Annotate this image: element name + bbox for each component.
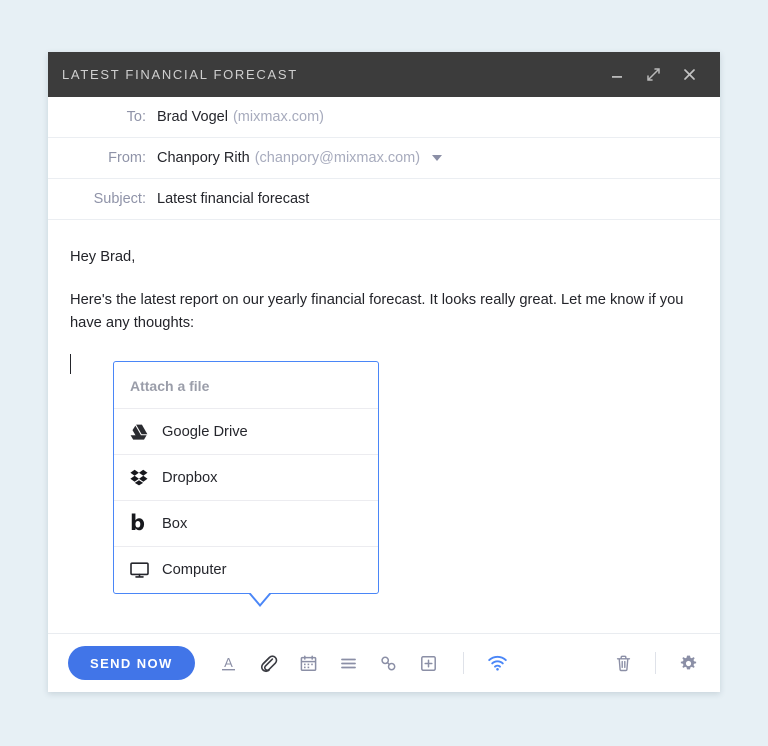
from-field-row[interactable]: From: Chanpory Rith (chanpory@mixmax.com… [48,138,720,179]
to-label: To: [126,109,146,125]
dropbox-icon [130,469,152,486]
body-greeting: Hey Brad, [70,249,136,265]
subject-label: Subject: [93,191,146,207]
expand-button[interactable] [644,66,662,84]
attach-option-google-drive[interactable]: Google Drive [114,409,378,455]
sequence-button[interactable] [337,651,361,675]
box-glyph: b [130,511,146,535]
attach-file-button[interactable] [257,651,281,675]
settings-button[interactable] [676,651,700,675]
box-icon: b [130,513,152,534]
from-value[interactable]: Chanpory Rith (chanpory@mixmax.com) [157,150,443,166]
window-controls [608,66,706,84]
attach-option-computer[interactable]: Computer [114,547,378,593]
attach-popup-title: Attach a file [114,362,378,409]
text-cursor [70,354,71,375]
compose-window: LATEST FINANCIAL FORECAST To: Brad Vogel… [48,52,720,692]
attach-option-box[interactable]: b Box [114,501,378,547]
from-sender-name: Chanpory Rith [157,150,250,166]
google-drive-icon [130,424,152,440]
toolbar-tools: A [217,651,510,675]
attach-option-label: Google Drive [162,423,248,440]
calendar-button[interactable] [297,651,321,675]
to-field-row[interactable]: To: Brad Vogel (mixmax.com) [48,97,720,138]
attach-file-popup: Attach a file Google Drive Dropbox b Box… [113,361,379,607]
tracking-button[interactable] [486,651,510,675]
to-recipient-domain: (mixmax.com) [232,109,324,125]
subject-value[interactable]: Latest financial forecast [157,191,309,207]
toolbar-divider-right [655,652,656,674]
link-button[interactable] [377,651,401,675]
close-button[interactable] [680,66,698,84]
window-title: LATEST FINANCIAL FORECAST [62,67,298,82]
from-label: From: [108,150,146,166]
compose-toolbar: SEND NOW A [48,633,720,692]
attach-option-label: Box [162,515,188,532]
subject-field-row[interactable]: Subject: Latest financial forecast [48,179,720,220]
to-value[interactable]: Brad Vogel (mixmax.com) [157,109,324,125]
from-sender-address: (chanpory@mixmax.com) [254,150,421,166]
svg-text:A: A [224,655,233,670]
toolbar-right-tools [611,651,700,675]
body-paragraph: Here's the latest report on our yearly f… [70,291,684,331]
attach-option-label: Dropbox [162,469,218,486]
format-text-button[interactable]: A [217,651,241,675]
toolbar-divider [462,652,464,674]
computer-icon [130,562,152,578]
chevron-down-icon[interactable] [432,155,443,161]
send-now-button[interactable]: SEND NOW [68,646,195,680]
attach-option-label: Computer [162,562,227,578]
window-titlebar: LATEST FINANCIAL FORECAST [48,52,720,97]
to-recipient-name: Brad Vogel [157,109,228,125]
minimize-button[interactable] [608,66,626,84]
attach-option-dropbox[interactable]: Dropbox [114,455,378,501]
insert-button[interactable] [417,651,441,675]
message-body[interactable]: Hey Brad, Here's the latest report on ou… [48,220,720,633]
delete-draft-button[interactable] [611,651,635,675]
